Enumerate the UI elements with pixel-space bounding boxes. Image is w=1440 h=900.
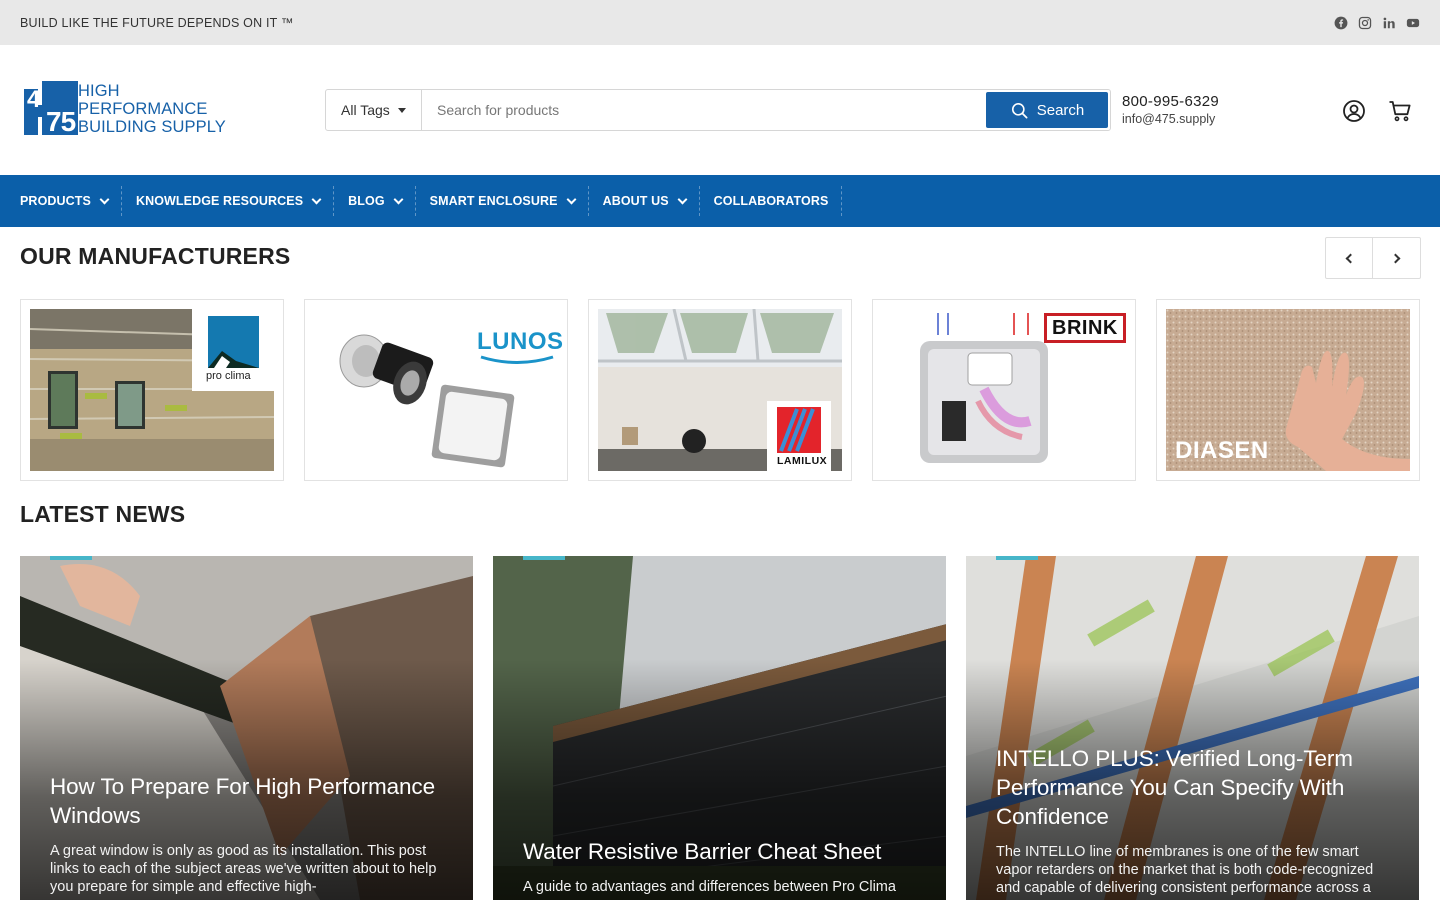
chevron-down-icon (99, 194, 110, 204)
news-card-excerpt: The INTELLO line of membranes is one of … (996, 844, 1374, 896)
nav-item-label: SMART ENCLOSURE (429, 194, 558, 208)
chevron-down-icon (393, 194, 404, 204)
chevron-right-icon (1390, 253, 1400, 263)
nav-item-collaborators[interactable]: COLLABORATORS (700, 186, 843, 216)
logo-wordmark: HIGH PERFORMANCE BUILDING SUPPLY (78, 81, 226, 136)
social-links (1334, 16, 1420, 30)
cart-icon[interactable] (1388, 99, 1412, 123)
tags-dropdown-label: All Tags (341, 102, 390, 118)
nav-item-label: ABOUT US (602, 194, 669, 208)
caret-down-icon (397, 107, 406, 113)
category-tag (50, 556, 92, 560)
nav-item-knowledge-resources[interactable]: KNOWLEDGE RESOURCES (122, 186, 335, 216)
nav-item-label: COLLABORATORS (713, 194, 829, 208)
category-tag (523, 556, 565, 560)
logo-mark: 4 75 (24, 81, 78, 135)
latest-news-heading: LATEST NEWS (20, 501, 186, 527)
news-card[interactable]: INTELLO PLUS: Verified Long-Term Perform… (966, 556, 1419, 900)
brink-logo: BRINK (1044, 313, 1126, 343)
phone-link[interactable]: 800-995-6329 (1122, 93, 1219, 110)
linkedin-icon[interactable] (1382, 16, 1396, 30)
category-tag (996, 556, 1038, 560)
logo-line-2: PERFORMANCE (78, 100, 208, 118)
news-card-excerpt: A great window is only as good as its in… (50, 843, 437, 895)
nav-item-label: PRODUCTS (20, 194, 91, 208)
manufacturer-card-pro-clima[interactable]: pro clima (20, 299, 284, 481)
manufacturer-card-brink[interactable]: BRINK (872, 299, 1136, 481)
instagram-icon[interactable] (1358, 16, 1372, 30)
chevron-down-icon (311, 194, 322, 204)
site-logo[interactable]: 4 75 HIGH PERFORMANCE BUILDING SUPPLY (24, 81, 229, 137)
manufacturers-heading: OUR MANUFACTURERS (20, 243, 291, 269)
news-card[interactable]: How To Prepare For High Performance Wind… (20, 556, 473, 900)
nav-item-products[interactable]: PRODUCTS (6, 186, 122, 216)
account-icon[interactable] (1342, 99, 1366, 123)
nav-item-label: BLOG (348, 194, 385, 208)
nav-item-about-us[interactable]: ABOUT US (589, 186, 700, 216)
diasen-logo: DIASEN (1175, 437, 1269, 465)
nav-item-smart-enclosure[interactable]: SMART ENCLOSURE (416, 186, 589, 216)
news-card[interactable]: Water Resistive Barrier Cheat Sheet A gu… (493, 556, 946, 900)
news-card-title[interactable]: INTELLO PLUS: Verified Long-Term Perform… (996, 744, 1389, 831)
site-header: 4 75 HIGH PERFORMANCE BUILDING SUPPLY Al… (0, 45, 1440, 175)
carousel-next-button[interactable] (1373, 238, 1420, 278)
search-button[interactable]: Search (986, 92, 1108, 128)
lunos-logo-text: LUNOS (477, 328, 564, 355)
news-card-text: INTELLO PLUS: Verified Long-Term Perform… (996, 744, 1389, 897)
news-card-title[interactable]: Water Resistive Barrier Cheat Sheet (523, 837, 916, 866)
main-nav: PRODUCTS KNOWLEDGE RESOURCES BLOG SMART … (0, 175, 1440, 227)
chevron-left-icon (1345, 253, 1356, 263)
email-link[interactable]: info@475.supply (1122, 112, 1219, 126)
search-input[interactable] (422, 90, 986, 130)
manufacturer-carousel: pro clima LUNOS LAMILUX BRINK DIASEN (20, 299, 1420, 481)
search-button-label: Search (1036, 101, 1085, 119)
facebook-icon[interactable] (1334, 16, 1348, 30)
contact-info: 800-995-6329 info@475.supply (1122, 93, 1219, 126)
news-list: How To Prepare For High Performance Wind… (20, 556, 1419, 900)
manufacturer-card-diasen[interactable]: DIASEN (1156, 299, 1420, 481)
manufacturer-card-lamilux[interactable]: LAMILUX (588, 299, 852, 481)
nav-item-blog[interactable]: BLOG (334, 186, 416, 216)
search-icon (1011, 102, 1028, 118)
diasen-logo-text: DIASEN (1175, 437, 1269, 464)
news-card-text: How To Prepare For High Performance Wind… (50, 772, 443, 896)
header-actions (1342, 99, 1412, 123)
tagline: BUILD LIKE THE FUTURE DEPENDS ON IT ™ (20, 15, 294, 30)
lamilux-logo: LAMILUX (767, 401, 831, 471)
news-card-excerpt: A guide to advantages and differences be… (523, 879, 896, 895)
brink-logo-text: BRINK (1052, 316, 1118, 339)
carousel-controls (1325, 237, 1421, 279)
news-card-title[interactable]: How To Prepare For High Performance Wind… (50, 772, 443, 830)
lamilux-logo-text: LAMILUX (777, 455, 828, 467)
tags-dropdown[interactable]: All Tags (326, 90, 422, 130)
logo-line-3: BUILDING SUPPLY (78, 118, 226, 136)
news-card-text: Water Resistive Barrier Cheat Sheet A gu… (523, 837, 916, 896)
chevron-down-icon (566, 194, 577, 204)
search-bar: All Tags Search (325, 89, 1111, 131)
youtube-icon[interactable] (1406, 16, 1420, 30)
top-bar: BUILD LIKE THE FUTURE DEPENDS ON IT ™ (0, 0, 1440, 45)
chevron-down-icon (677, 194, 688, 204)
manufacturer-card-lunos[interactable]: LUNOS (304, 299, 568, 481)
nav-item-label: KNOWLEDGE RESOURCES (135, 194, 304, 208)
lunos-logo: LUNOS (477, 328, 564, 364)
pro-clima-logo: pro clima (192, 309, 276, 391)
svg-text:4: 4 (27, 86, 41, 113)
logo-line-1: HIGH (78, 82, 120, 100)
carousel-prev-button[interactable] (1326, 238, 1374, 278)
svg-text:75: 75 (46, 106, 76, 135)
pro-clima-logo-text: pro clima (206, 370, 251, 382)
